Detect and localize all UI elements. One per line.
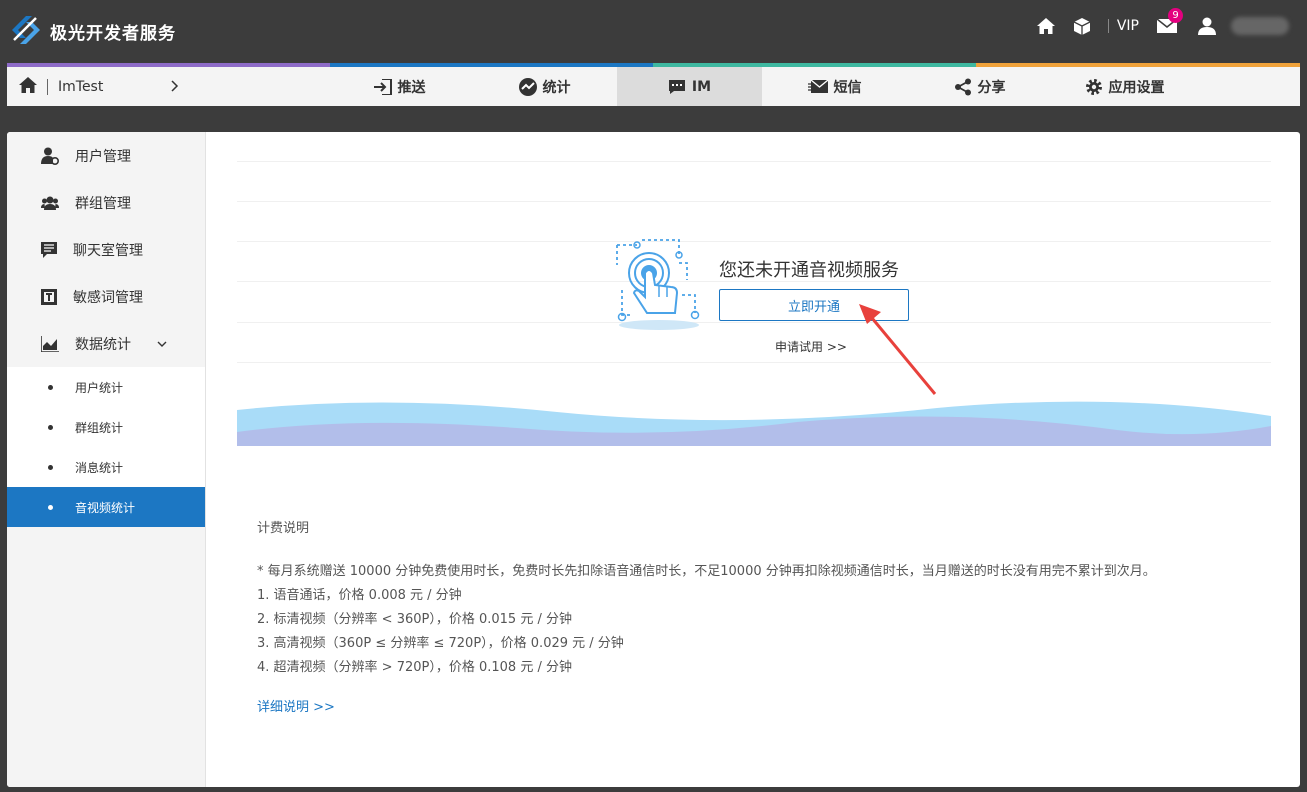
divider xyxy=(1107,19,1109,33)
submenu-item-user-stats[interactable]: 用户统计 xyxy=(7,367,205,407)
submenu-item-message-stats[interactable]: 消息统计 xyxy=(7,447,205,487)
bullet-icon xyxy=(48,424,53,430)
tab-sms[interactable]: 短信 xyxy=(762,67,907,106)
brand-name: 极光开发者服务 xyxy=(50,24,176,44)
submenu-item-group-stats[interactable]: 群组统计 xyxy=(7,407,205,447)
breadcrumb: ImTest xyxy=(7,67,179,106)
background-grid-line xyxy=(237,241,1271,242)
chat-icon xyxy=(668,79,685,94)
billing-line: 2. 标清视频（分辨率 < 360P），价格 0.015 元 / 分钟 xyxy=(257,612,572,627)
billing-title: 计费说明 xyxy=(257,521,310,536)
mail-count-badge: 9 xyxy=(1168,8,1183,23)
sidebar-item-user-manage[interactable]: 用户管理 xyxy=(7,132,205,179)
submenu-item-label: 用户统计 xyxy=(75,380,124,395)
chevron-right-icon[interactable] xyxy=(171,77,179,96)
background-grid-line xyxy=(237,201,1271,202)
mail-icon[interactable]: 9 xyxy=(1149,0,1185,52)
main-panel: 用户管理 群组管理 聊天室管理 敏感词管理 数据统计 用户统计 群组统计 消息统… xyxy=(7,132,1300,787)
tab-settings-label: 应用设置 xyxy=(1108,79,1165,96)
bullet-icon xyxy=(48,384,53,390)
app-name[interactable]: ImTest xyxy=(58,79,103,95)
background-grid-line xyxy=(237,161,1271,162)
top-right-toolbar: VIP 9 xyxy=(1028,0,1307,52)
sidebar-item-label: 群组管理 xyxy=(75,195,131,212)
billing-details: * 每月系统赠送 10000 分钟免费使用时长，免费时长先扣除语音通信时长，不足… xyxy=(257,560,1156,680)
home-icon[interactable] xyxy=(1028,0,1064,52)
tab-sms-label: 短信 xyxy=(833,79,862,96)
sidebar-item-sensitive-word-manage[interactable]: 敏感词管理 xyxy=(7,273,205,320)
stats-icon xyxy=(518,77,537,96)
sidebar-item-data-stats[interactable]: 数据统计 xyxy=(7,320,205,367)
tab-push-label: 推送 xyxy=(397,79,426,96)
service-not-enabled-title: 您还未开通音视频服务 xyxy=(719,260,899,281)
tab-stats-label: 统计 xyxy=(542,79,571,96)
gear-icon xyxy=(1085,78,1102,95)
tab-push[interactable]: 推送 xyxy=(327,67,472,106)
vip-link[interactable]: VIP xyxy=(1117,18,1139,34)
sidebar-item-group-manage[interactable]: 群组管理 xyxy=(7,179,205,226)
billing-line: 3. 高清视频（360P ≤ 分辨率 ≤ 720P），价格 0.029 元 / … xyxy=(257,636,624,651)
billing-line: 1. 语音通话，价格 0.008 元 / 分钟 xyxy=(257,588,462,603)
chatroom-icon xyxy=(41,241,57,258)
tab-share-label: 分享 xyxy=(977,79,1006,96)
tab-im-label: IM xyxy=(691,78,712,95)
module-tabs: 推送 统计 IM 短信 分享 应用设置 xyxy=(327,67,1197,106)
sidebar-item-label: 用户管理 xyxy=(75,148,131,165)
package-icon[interactable] xyxy=(1064,0,1100,52)
submenu-item-label: 音视频统计 xyxy=(75,500,136,515)
billing-line: 4. 超清视频（分辨率 > 720P），价格 0.108 元 / 分钟 xyxy=(257,660,572,675)
submenu-item-av-stats[interactable]: 音视频统计 xyxy=(7,487,205,527)
red-arrow-annotation xyxy=(859,304,937,395)
tab-stats[interactable]: 统计 xyxy=(472,67,617,106)
tab-share[interactable]: 分享 xyxy=(907,67,1052,106)
submenu-item-label: 消息统计 xyxy=(75,460,124,475)
detail-description-link[interactable]: 详细说明 >> xyxy=(257,696,335,715)
stats-submenu: 用户统计 群组统计 消息统计 音视频统计 xyxy=(7,367,205,527)
bullet-icon xyxy=(48,504,53,510)
breadcrumb-divider xyxy=(47,78,48,95)
share-icon xyxy=(954,78,971,95)
module-nav-bar: ImTest 推送 统计 IM 短信 分享 应用设置 xyxy=(7,63,1300,106)
user-manage-icon xyxy=(41,147,59,165)
apply-trial-link[interactable]: 申请试用 >> xyxy=(775,338,847,355)
top-bar: 极光开发者服务 VIP 9 xyxy=(0,0,1307,63)
wave-decoration xyxy=(237,401,1271,446)
chart-icon xyxy=(41,335,59,352)
jiguang-logo[interactable] xyxy=(8,12,44,48)
group-icon xyxy=(41,196,59,210)
tap-hand-illustration xyxy=(616,239,700,330)
sensitive-word-icon xyxy=(41,288,57,305)
push-icon xyxy=(373,78,392,95)
sidebar-item-label: 数据统计 xyxy=(75,336,131,353)
sidebar-item-chatroom-manage[interactable]: 聊天室管理 xyxy=(7,226,205,273)
sidebar-item-label: 敏感词管理 xyxy=(73,289,143,306)
sidebar-item-label: 聊天室管理 xyxy=(73,242,143,259)
sidebar: 用户管理 群组管理 聊天室管理 敏感词管理 数据统计 用户统计 群组统计 消息统… xyxy=(7,132,206,787)
home-icon[interactable] xyxy=(19,76,37,97)
billing-line: * 每月系统赠送 10000 分钟免费使用时长，免费时长先扣除语音通信时长，不足… xyxy=(257,564,1156,579)
tab-im[interactable]: IM xyxy=(617,67,762,106)
user-icon[interactable] xyxy=(1189,0,1225,52)
sms-icon xyxy=(807,79,828,93)
background-grid-line xyxy=(237,362,1271,363)
tab-settings[interactable]: 应用设置 xyxy=(1052,67,1197,106)
submenu-item-label: 群组统计 xyxy=(75,420,124,435)
bullet-icon xyxy=(48,464,53,470)
username-redacted[interactable] xyxy=(1231,17,1289,35)
chevron-down-icon[interactable] xyxy=(157,341,167,347)
background-grid-line xyxy=(237,322,1271,323)
content-area: 您还未开通音视频服务 立即开通 申请试用 >> 计费说明 * 每月系统赠送 10… xyxy=(237,132,1271,787)
